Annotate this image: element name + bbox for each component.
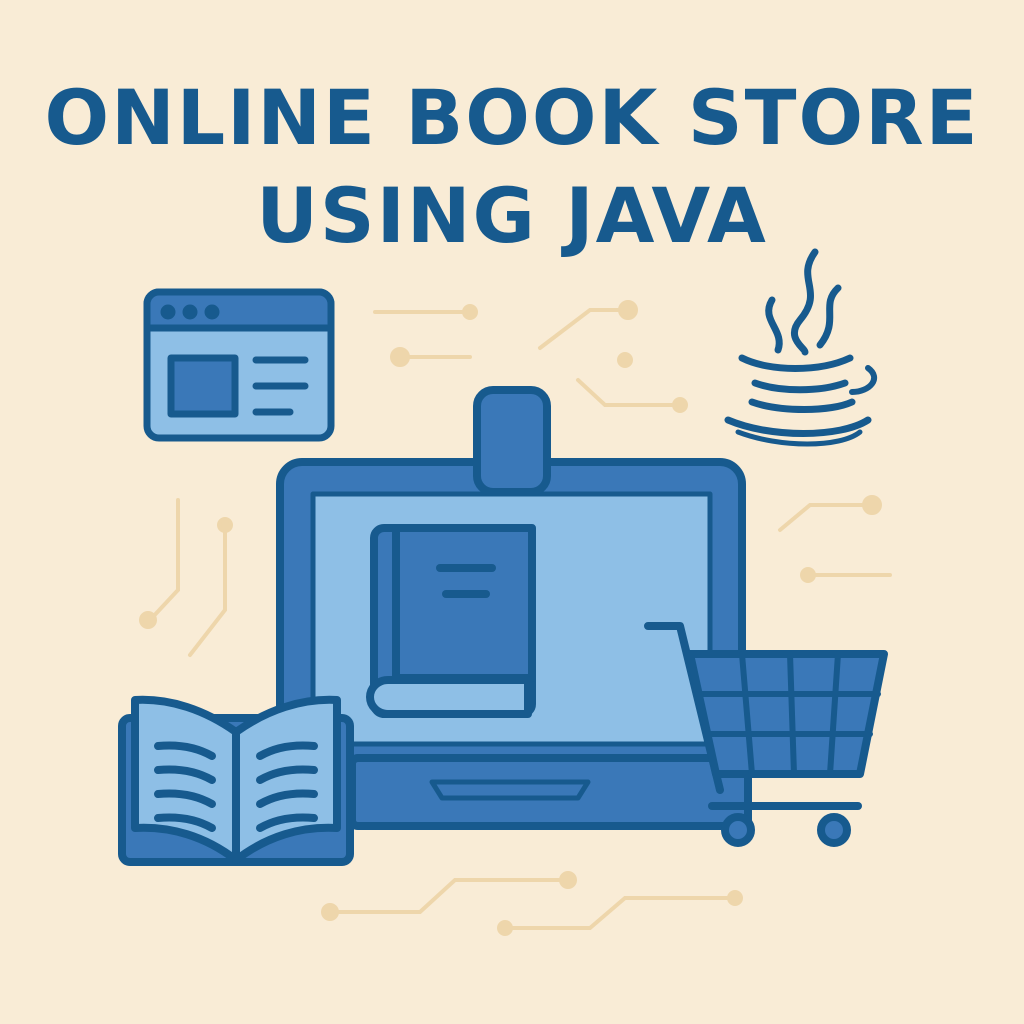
illustration	[118, 248, 892, 936]
open-book-icon	[118, 695, 354, 866]
java-logo-icon	[724, 248, 877, 447]
book-icon	[366, 524, 536, 718]
poster: ONLINE BOOK STORE USING JAVA	[0, 0, 1024, 1024]
browser-window-icon	[143, 288, 335, 442]
